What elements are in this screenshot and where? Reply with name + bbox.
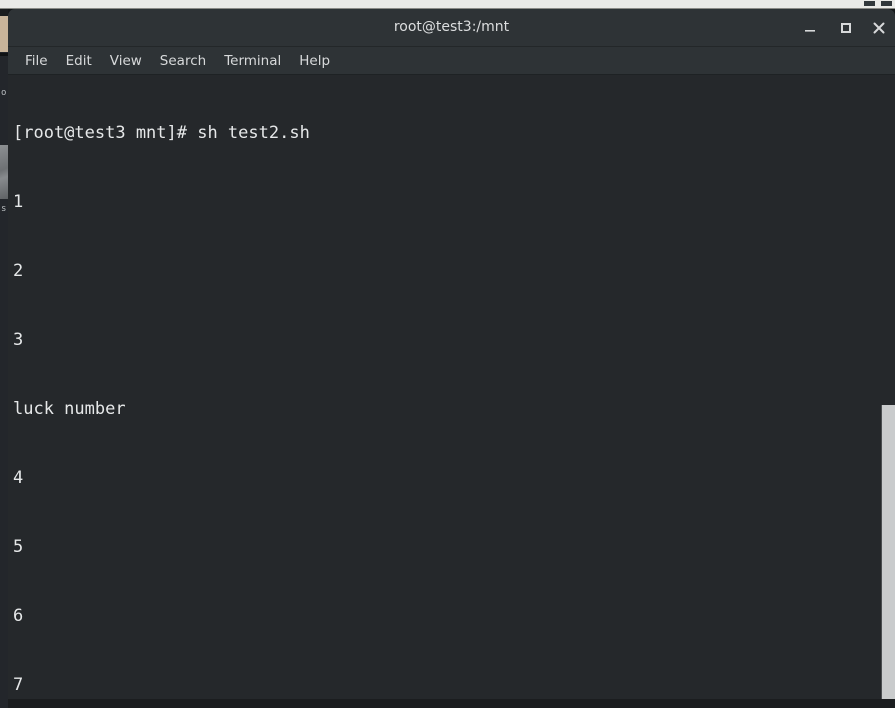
terminal-line: [root@test3 mnt]# sh test2.sh (13, 123, 310, 143)
terminal-line: 1 (13, 192, 24, 212)
panel-indicator-icon-1[interactable] (864, 1, 875, 6)
menu-item-edit[interactable]: Edit (57, 51, 101, 71)
background-window[interactable]: o s (0, 9, 8, 708)
menu-item-view[interactable]: View (101, 51, 151, 71)
terminal-line: 5 (13, 537, 24, 557)
desktop-background: o s root@test3:/mnt File Edit View Searc… (0, 0, 895, 708)
background-window-titlebar (0, 9, 8, 16)
terminal-text: [root@test3 mnt]# sh test2.sh 1 2 3 luck… (13, 76, 881, 699)
terminal-line: 7 (13, 675, 24, 695)
terminal-line: 6 (13, 606, 24, 626)
panel-indicator-icon-2[interactable] (881, 1, 892, 6)
background-window-glyph-o: o (1, 88, 7, 98)
close-button[interactable] (869, 18, 889, 38)
menu-item-help[interactable]: Help (290, 51, 339, 71)
menubar: File Edit View Search Terminal Help (8, 47, 895, 75)
terminal-output-area[interactable]: [root@test3 mnt]# sh test2.sh 1 2 3 luck… (8, 75, 895, 699)
terminal-line: 4 (13, 468, 24, 488)
background-window-content (0, 16, 8, 52)
menu-item-search[interactable]: Search (151, 51, 215, 71)
desktop-top-panel[interactable] (0, 0, 895, 9)
minimize-button[interactable] (800, 18, 820, 38)
menu-item-terminal[interactable]: Terminal (215, 51, 290, 71)
terminal-line: 3 (13, 330, 24, 350)
maximize-button[interactable] (836, 18, 856, 38)
background-window-glyph-s: s (1, 204, 7, 214)
background-window-scrollbar[interactable] (0, 145, 8, 199)
terminal-scrollbar-thumb[interactable] (881, 405, 895, 699)
window-title: root@test3:/mnt (393, 19, 510, 35)
menu-item-file[interactable]: File (16, 51, 57, 71)
terminal-line: luck number (13, 399, 126, 419)
terminal-window[interactable]: root@test3:/mnt File Edit View Search Te… (8, 9, 895, 699)
window-titlebar[interactable]: root@test3:/mnt (8, 9, 895, 47)
terminal-line: 2 (13, 261, 24, 281)
terminal-scrollbar-track[interactable] (881, 75, 895, 699)
